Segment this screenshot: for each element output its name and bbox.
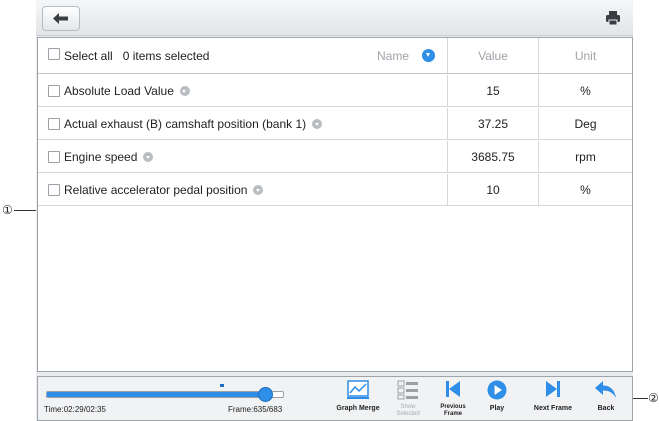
graph-merge-button[interactable]: Graph Merge <box>330 377 386 421</box>
progress-slider[interactable] <box>46 391 284 398</box>
row-value: 37.25 <box>477 117 509 131</box>
select-all-label[interactable]: Select all 0 items selected <box>64 38 209 74</box>
selected-count: 0 items selected <box>122 49 210 63</box>
device-screen: Select all 0 items selected Name Value U… <box>36 0 633 421</box>
row-unit: % <box>580 183 591 197</box>
info-icon[interactable] <box>143 152 154 162</box>
list-header: Select all 0 items selected Name Value U… <box>38 38 632 74</box>
position-marker <box>220 384 224 387</box>
back-button-bottom[interactable]: Back <box>588 377 624 421</box>
time-readout: Time:02:29/02:35 <box>44 405 106 414</box>
value-column-header: Value <box>447 38 538 73</box>
row-checkbox[interactable] <box>48 118 60 130</box>
name-column-header[interactable]: Name <box>377 38 409 74</box>
progress-slider-thumb[interactable] <box>258 387 274 402</box>
callout-2-line <box>633 398 648 399</box>
progress-fill <box>47 392 267 397</box>
row-unit: % <box>580 84 591 98</box>
graph-merge-icon <box>347 380 369 399</box>
callout-1-line <box>14 210 37 211</box>
sort-icon[interactable] <box>422 49 435 62</box>
callout-1: ① <box>2 203 13 217</box>
show-selected-button[interactable]: Show Selected <box>390 377 426 421</box>
row-name: Engine speed <box>64 150 138 164</box>
play-button[interactable]: Play <box>480 377 514 421</box>
row-checkbox[interactable] <box>48 184 60 196</box>
select-all-checkbox[interactable] <box>48 48 60 60</box>
data-list-panel: Select all 0 items selected Name Value U… <box>37 37 633 372</box>
play-icon <box>487 380 507 400</box>
playback-toolbar: Time:02:29/02:35 Frame:635/683 Graph Mer… <box>37 376 633 421</box>
row-name: Actual exhaust (B) camshaft position (ba… <box>64 117 307 131</box>
row-checkbox[interactable] <box>48 85 60 97</box>
back-button[interactable] <box>42 6 80 31</box>
back-arrow-icon <box>53 13 68 24</box>
row-name: Relative accelerator pedal position <box>64 183 248 197</box>
top-bar <box>36 0 633 36</box>
list-select-icon <box>397 380 418 400</box>
info-icon[interactable] <box>179 86 190 96</box>
select-all-text: Select all <box>64 49 113 63</box>
row-checkbox[interactable] <box>48 151 60 163</box>
row-value: 10 <box>486 183 500 197</box>
table-row[interactable]: Engine speed 3685.75 rpm <box>38 141 632 173</box>
row-unit: rpm <box>575 150 596 164</box>
screen: ① ② Select all 0 items selected Name Val… <box>0 0 659 421</box>
next-frame-button[interactable]: Next Frame <box>525 377 581 421</box>
row-value: 15 <box>486 84 500 98</box>
skip-previous-icon <box>446 381 460 397</box>
row-value: 3685.75 <box>471 150 515 164</box>
info-icon[interactable] <box>312 119 323 129</box>
frame-readout: Frame:635/683 <box>228 405 283 414</box>
skip-next-icon <box>546 381 560 397</box>
info-icon[interactable] <box>253 185 264 195</box>
callout-2: ② <box>648 391 659 405</box>
undo-arrow-icon <box>595 381 616 398</box>
printer-icon[interactable] <box>605 10 621 26</box>
table-row[interactable]: Absolute Load Value 15 % <box>38 75 632 107</box>
table-row[interactable]: Actual exhaust (B) camshaft position (ba… <box>38 108 632 140</box>
row-unit: Deg <box>574 117 597 131</box>
unit-column-header: Unit <box>538 38 632 73</box>
row-name: Absolute Load Value <box>64 84 174 98</box>
table-row[interactable]: Relative accelerator pedal position 10 % <box>38 174 632 206</box>
previous-frame-button[interactable]: Previous Frame <box>434 377 472 421</box>
